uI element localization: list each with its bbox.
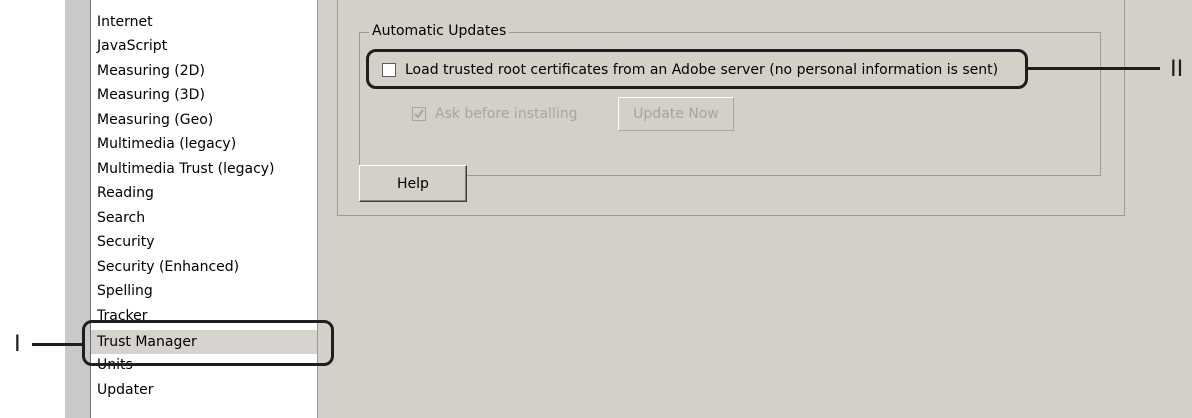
category-item-reading[interactable]: Reading	[97, 184, 154, 202]
category-item-spelling[interactable]: Spelling	[97, 282, 153, 300]
callout-box-one	[82, 320, 334, 366]
update-now-button[interactable]: Update Now	[618, 97, 734, 131]
category-item-measuring-3d[interactable]: Measuring (3D)	[97, 86, 205, 104]
category-item-multimedia-trust-legacy[interactable]: Multimedia Trust (legacy)	[97, 160, 275, 178]
category-item-security[interactable]: Security	[97, 233, 155, 251]
callout-line-two	[1028, 67, 1160, 70]
ask-before-installing-checkbox[interactable]	[412, 107, 426, 121]
category-item-measuring-2d[interactable]: Measuring (2D)	[97, 62, 205, 80]
category-item-javascript[interactable]: JavaScript	[97, 37, 167, 55]
callout-line-one	[32, 343, 82, 346]
help-button[interactable]: Help	[359, 165, 467, 202]
category-item-updater[interactable]: Updater	[97, 381, 153, 399]
category-item-internet[interactable]: Internet	[97, 13, 153, 31]
checkmark-icon	[414, 109, 424, 119]
ask-before-installing-label[interactable]: Ask before installing	[435, 105, 578, 123]
category-item-security-enhanced[interactable]: Security (Enhanced)	[97, 258, 239, 276]
category-item-search[interactable]: Search	[97, 209, 145, 227]
callout-label-one: I	[14, 330, 21, 357]
category-item-multimedia-legacy[interactable]: Multimedia (legacy)	[97, 135, 236, 153]
category-item-measuring-geo[interactable]: Measuring (Geo)	[97, 111, 213, 129]
callout-label-two: II	[1170, 55, 1184, 82]
callout-box-two	[366, 49, 1028, 89]
automatic-updates-legend: Automatic Updates	[369, 22, 510, 40]
